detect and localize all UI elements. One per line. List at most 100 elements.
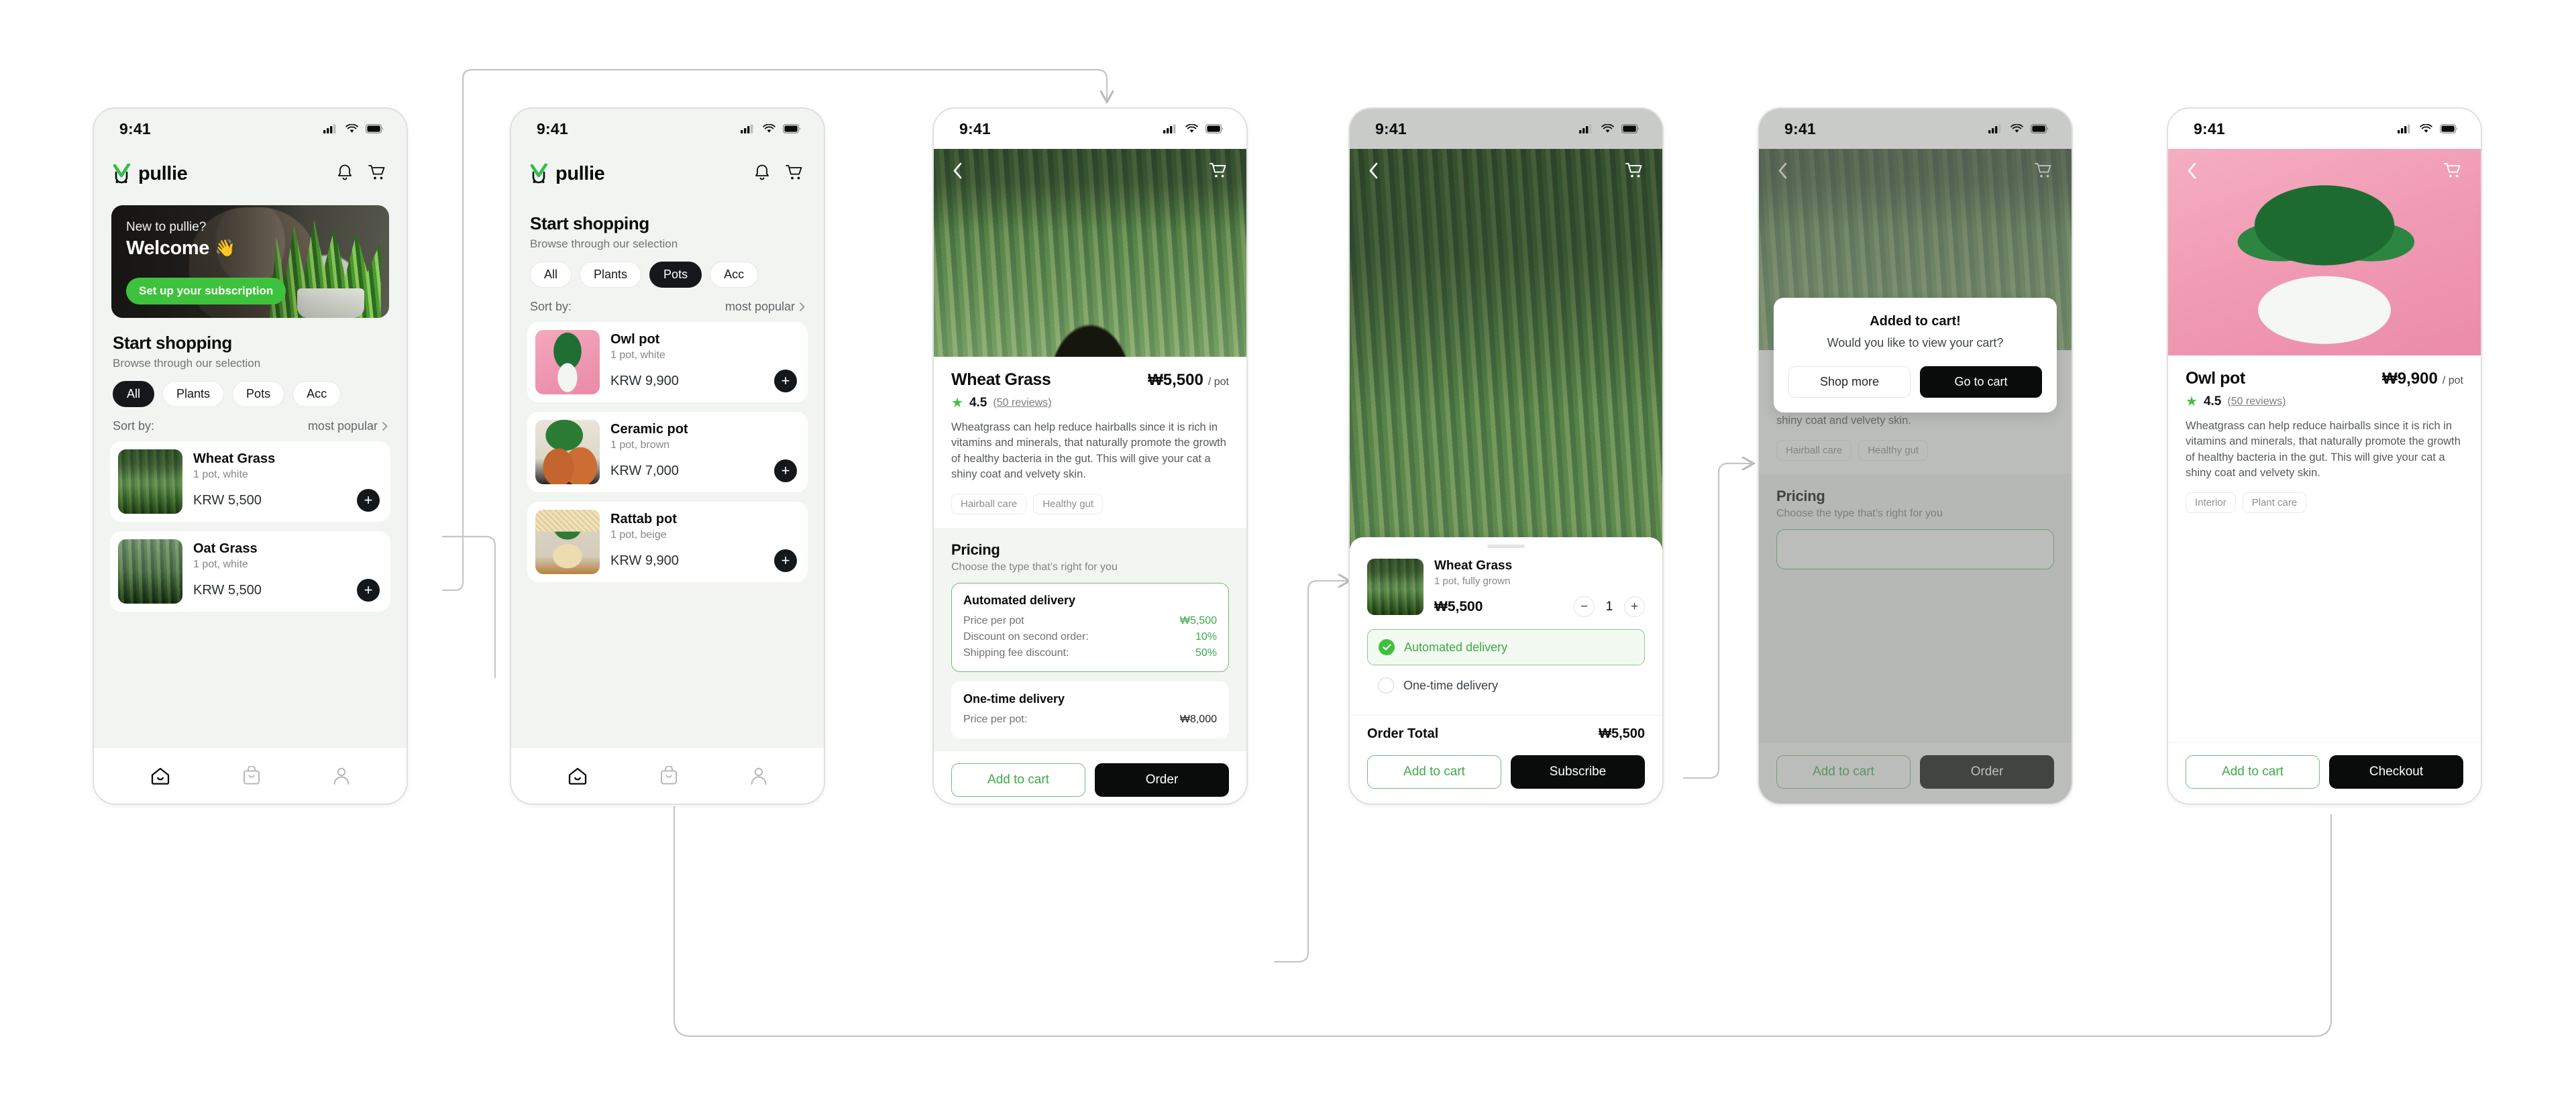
rating-row: ★ 4.5 (50 reviews) [2186,394,2463,409]
increment-button[interactable]: + [1624,596,1645,617]
chip-plants[interactable]: Plants [580,262,642,288]
flow-canvas: 9:41 pullie New to pullie? Welcome 👋 Set… [0,0,2576,1112]
status-indicators [741,124,801,134]
brand-logo[interactable]: pullie [113,163,188,185]
category-filter-chips: All Plants Pots Acc [511,251,824,288]
sort-value-selector[interactable]: most popular [308,419,388,433]
welcome-banner[interactable]: New to pullie? Welcome 👋 Set up your sub… [111,205,389,318]
add-to-cart-button[interactable]: + [357,489,380,512]
app-bar: pullie [511,149,824,199]
product-name: Wheat Grass [1434,559,1513,573]
action-bar: Add to cart Checkout [2168,742,2481,803]
product-price-unit: / pot [2442,375,2463,386]
product-hero-image [2168,149,2481,355]
reviews-link[interactable]: (50 reviews) [993,397,1051,409]
pricing-option-one-time-delivery[interactable]: One-time delivery Price per pot: ₩8,000 [951,681,1229,738]
chip-acc[interactable]: Acc [710,262,759,288]
battery-icon [2031,124,2049,133]
chip-all[interactable]: All [530,262,572,288]
tab-bag[interactable] [242,765,261,786]
add-to-cart-button[interactable]: + [774,370,797,392]
back-button[interactable] [953,162,963,179]
tab-profile[interactable] [749,766,768,786]
sort-value-selector[interactable]: most popular [725,300,805,314]
dialog-actions: Shop more Go to cart [1788,366,2042,398]
add-to-cart-button[interactable]: Add to cart [951,763,1085,797]
order-total-row: Order Total ₩5,500 [1350,716,1662,742]
status-bar: 9:41 [94,109,407,149]
add-to-cart-button[interactable]: + [774,459,797,482]
cart-icon[interactable] [2443,162,2462,179]
order-total-value: ₩5,500 [1599,726,1645,741]
product-name: Owl pot [610,332,660,347]
battery-icon [783,124,801,133]
screen-order-sheet: 9:41 Wheat Grass 1 pot, fully grown ₩5,5… [1348,107,1664,805]
added-to-cart-dialog: Added to cart! Would you like to view yo… [1774,298,2057,412]
setup-subscription-button[interactable]: Set up your subscription [126,278,286,304]
product-card-rattab-pot[interactable]: Rattab pot 1 pot, beige KRW 9,900 + [527,502,808,582]
sort-label: Sort by: [113,419,155,433]
back-button[interactable] [1368,162,1379,179]
cart-icon[interactable] [1209,162,1228,179]
product-price: ₩5,500 [1434,598,1483,614]
delivery-option-label: One-time delivery [1403,678,1499,692]
sheet-action-bar: Add to cart Subscribe [1350,742,1662,803]
add-to-cart-button[interactable]: Add to cart [1367,755,1501,789]
decrement-button[interactable]: − [1574,596,1595,617]
status-time: 9:41 [537,119,568,137]
pricing-option-automated-delivery[interactable]: Automated delivery Price per pot ₩5,500 … [951,582,1229,672]
tab-bag[interactable] [659,765,678,786]
product-card-owl-pot[interactable]: Owl pot 1 pot, white KRW 9,900 + [527,322,808,402]
cellular-icon [1163,124,1176,133]
product-thumbnail [535,420,600,484]
tab-home[interactable] [567,767,588,785]
order-button[interactable]: Order [1095,763,1229,797]
chip-acc[interactable]: Acc [292,381,341,407]
go-to-cart-button[interactable]: Go to cart [1920,366,2042,398]
brand-logo[interactable]: pullie [530,163,605,185]
product-tags: Hairball care Healthy gut [951,493,1229,528]
notification-bell-icon[interactable] [754,164,770,184]
add-to-cart-button[interactable]: Add to cart [2186,755,2320,789]
product-card-ceramic-pot[interactable]: Ceramic pot 1 pot, brown KRW 7,000 + [527,412,808,492]
hero-nav-row [1350,149,1662,192]
pricing-title: Pricing [951,541,1000,558]
order-bottom-sheet: Wheat Grass 1 pot, fully grown ₩5,500 − … [1350,537,1662,803]
cart-icon[interactable] [1625,162,1644,179]
add-to-cart-button[interactable]: + [357,579,380,602]
check-icon [1379,639,1395,655]
tab-profile[interactable] [332,766,351,786]
chip-pots[interactable]: Pots [232,381,285,407]
chevron-left-icon [953,162,962,178]
product-tags: Interior Plant care [2186,492,2463,526]
back-button[interactable] [2187,162,2197,179]
modal-scrim[interactable] [1759,149,2072,803]
cart-icon[interactable] [368,164,386,184]
sheet-product-row: Wheat Grass 1 pot, fully grown ₩5,500 − … [1350,548,1662,626]
product-card-wheat-grass[interactable]: Wheat Grass 1 pot, white KRW 5,500 + [110,441,390,522]
checkout-button[interactable]: Checkout [2329,755,2463,789]
chip-all[interactable]: All [113,381,155,407]
delivery-option-one-time[interactable]: One-time delivery [1367,668,1645,703]
reviews-link[interactable]: (50 reviews) [2227,396,2286,408]
modal-host: Wheatgrass can help reduce hairballs sin… [1759,149,2072,803]
subscribe-button[interactable]: Subscribe [1511,755,1645,789]
chip-plants[interactable]: Plants [162,381,225,407]
dialog-title: Added to cart! [1870,314,1961,329]
cart-icon[interactable] [785,164,804,184]
product-price: KRW 5,500 [193,492,262,508]
chevron-right-icon [800,302,805,311]
notification-bell-icon[interactable] [337,164,353,184]
product-card-oat-grass[interactable]: Oat Grass 1 pot, white KRW 5,500 + [110,531,390,612]
product-variant: 1 pot, white [193,559,248,570]
delivery-option-automated[interactable]: Automated delivery [1367,629,1645,665]
chip-pots[interactable]: Pots [649,262,702,288]
add-to-cart-button[interactable]: + [774,549,797,572]
radio-icon [1378,677,1394,693]
product-variant: 1 pot, fully grown [1434,575,1511,587]
chevron-left-icon [2188,162,2196,178]
sort-label: Sort by: [530,300,572,313]
shop-more-button[interactable]: Shop more [1788,366,1911,398]
tab-home[interactable] [150,767,171,785]
product-title: Owl pot [2186,369,2245,388]
